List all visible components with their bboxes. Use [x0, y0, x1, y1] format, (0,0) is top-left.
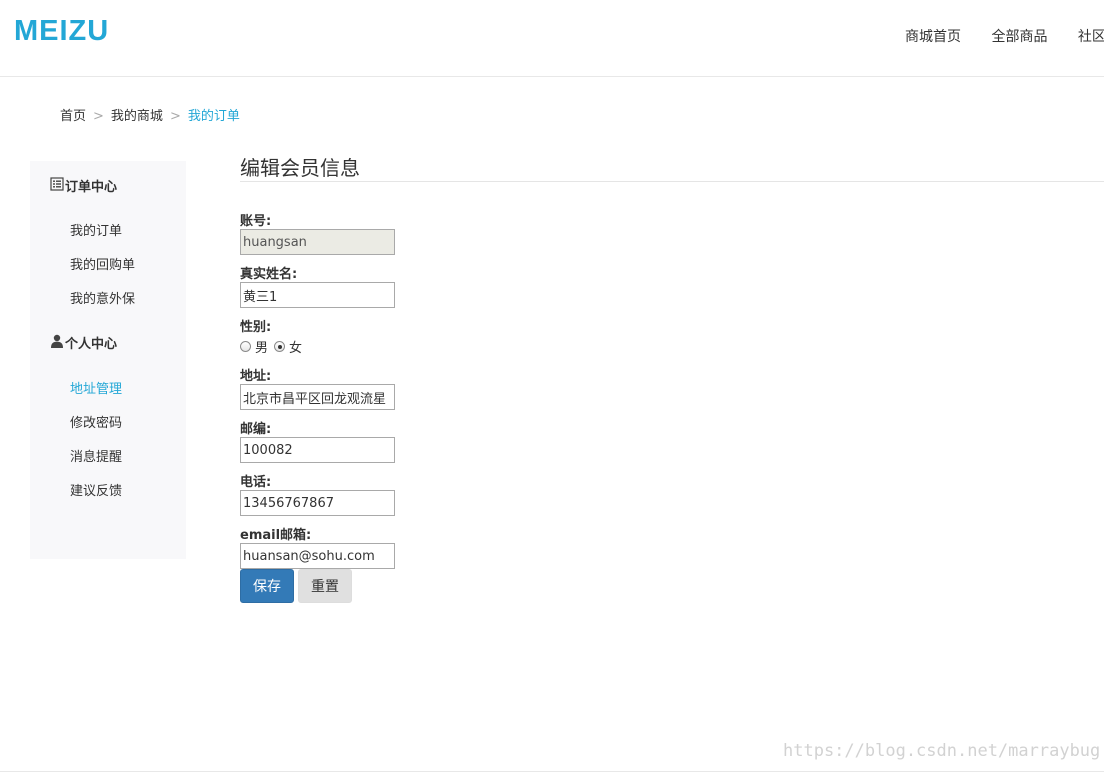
sidebar-heading-personal-center: 个人中心: [50, 333, 117, 352]
page-title: 编辑会员信息: [240, 156, 360, 180]
zipcode-field[interactable]: [240, 437, 395, 463]
nav-community[interactable]: 社区: [1078, 26, 1104, 46]
breadcrumb-my-mall[interactable]: 我的商城: [111, 109, 163, 124]
phone-label: 电话:: [240, 475, 272, 490]
nav-all-products[interactable]: 全部商品: [991, 26, 1047, 46]
meizu-logo[interactable]: MEIZU: [14, 16, 132, 44]
sidebar-item-my-buyback[interactable]: 我的回购单: [70, 254, 135, 273]
svg-text:MEIZU: MEIZU: [14, 16, 109, 44]
user-icon: [50, 334, 64, 352]
breadcrumb-home[interactable]: 首页: [60, 109, 86, 124]
sidebar-heading-order-center: 订单中心: [50, 176, 117, 195]
breadcrumb: 首页 > 我的商城 > 我的订单: [60, 105, 240, 124]
gender-male-radio[interactable]: [240, 341, 251, 352]
sidebar-heading-label: 订单中心: [65, 180, 118, 195]
account-label: 账号:: [240, 214, 272, 229]
top-navigation: 商城首页 全部商品 社区: [905, 26, 1104, 46]
sidebar-item-address-management[interactable]: 地址管理: [70, 378, 122, 397]
nav-mall-home[interactable]: 商城首页: [905, 26, 961, 46]
gender-label: 性别:: [240, 320, 272, 335]
account-field: [240, 229, 395, 255]
sidebar-heading-label: 个人中心: [65, 337, 118, 352]
gender-female-radio[interactable]: [274, 341, 286, 352]
email-label: email邮箱:: [240, 528, 312, 543]
sidebar-item-message-alerts[interactable]: 消息提醒: [70, 446, 122, 465]
phone-field[interactable]: [240, 490, 395, 516]
footer-divider: [0, 771, 1104, 772]
email-field[interactable]: [240, 543, 395, 569]
gender-radio-group: 男 女: [240, 337, 308, 356]
reset-button[interactable]: 重置: [298, 569, 352, 603]
breadcrumb-separator: >: [169, 109, 181, 124]
sidebar-item-accident-insurance[interactable]: 我的意外保: [70, 288, 135, 307]
realname-field[interactable]: [240, 282, 395, 308]
zipcode-label: 邮编:: [240, 422, 272, 437]
site-header: MEIZU 商城首页 全部商品 社区: [0, 0, 1104, 77]
sidebar-item-feedback[interactable]: 建议反馈: [70, 480, 122, 499]
address-field[interactable]: [240, 384, 395, 410]
list-icon: [50, 176, 64, 195]
save-button[interactable]: 保存: [240, 569, 294, 603]
sidebar: 订单中心 我的订单 我的回购单 我的意外保 个人中心 地址管理 修改密码 消息提…: [30, 161, 186, 559]
title-divider: [240, 181, 1104, 182]
address-label: 地址:: [240, 369, 272, 384]
gender-female-label[interactable]: 女: [289, 337, 302, 356]
realname-label: 真实姓名:: [240, 267, 298, 282]
sidebar-item-my-orders[interactable]: 我的订单: [70, 220, 122, 239]
breadcrumb-current[interactable]: 我的订单: [188, 109, 240, 124]
sidebar-item-change-password[interactable]: 修改密码: [70, 412, 122, 431]
watermark: https://blog.csdn.net/marraybug: [783, 741, 1101, 761]
gender-male-label[interactable]: 男: [255, 337, 268, 356]
breadcrumb-separator: >: [93, 109, 104, 124]
